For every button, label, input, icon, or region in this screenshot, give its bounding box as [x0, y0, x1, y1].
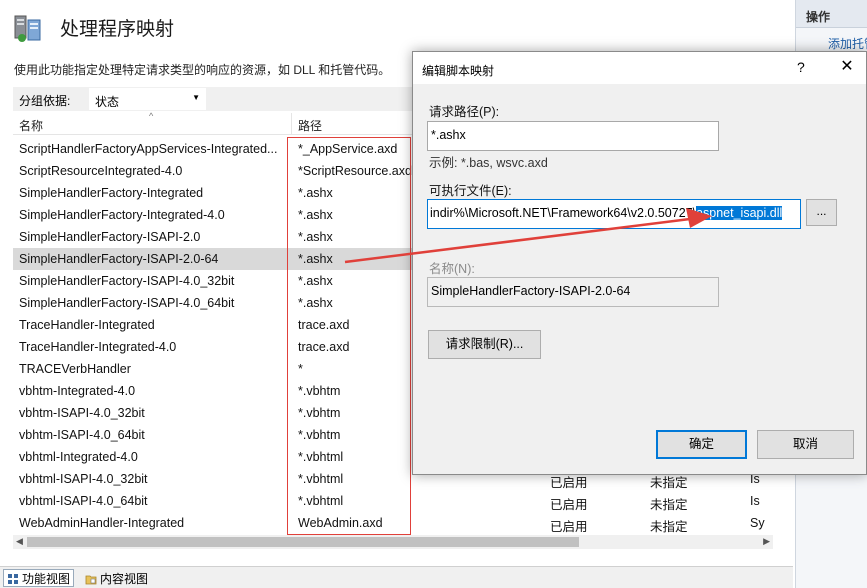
view-tabs-bar: 功能视图 内容视图 — [0, 566, 793, 588]
handler-mappings-icon — [14, 15, 41, 42]
handler-name: SimpleHandlerFactory-ISAPI-2.0-64 — [19, 252, 219, 266]
handler-name: TraceHandler-Integrated — [19, 318, 155, 332]
tab-features-label: 功能视图 — [22, 572, 71, 586]
handler-state: 已启用 — [550, 498, 588, 512]
handler-path: *.vbhtm — [298, 384, 341, 398]
handler-name: vbhtml-ISAPI-4.0_32bit — [19, 472, 148, 486]
ok-button[interactable]: 确定 — [656, 430, 747, 459]
handler-path: *.vbhtml — [298, 472, 344, 486]
handler-path-type: 未指定 — [650, 520, 688, 534]
handler-name: SimpleHandlerFactory-Integrated-4.0 — [19, 208, 225, 222]
tab-content-label: 内容视图 — [100, 572, 149, 586]
actions-title: 操作 — [806, 10, 831, 24]
table-row[interactable]: WebAdminHandler-Integrated WebAdmin.axd 已启… — [13, 512, 777, 534]
column-header-name[interactable]: 名称 — [19, 117, 43, 134]
request-restrictions-button[interactable]: 请求限制(R)... — [428, 330, 541, 359]
handler-extra: Is — [750, 494, 760, 508]
request-path-input[interactable]: *.ashx — [427, 121, 719, 151]
name-label: 名称(N): — [429, 262, 475, 276]
scroll-left-icon[interactable]: ◀ — [16, 536, 23, 547]
page-description: 使用此功能指定处理特定请求类型的响应的资源，如 DLL 和托管代码。 — [14, 63, 391, 77]
help-icon[interactable]: ? — [797, 59, 805, 75]
page-title: 处理程序映射 — [60, 19, 175, 40]
handler-name: vbhtml-ISAPI-4.0_64bit — [19, 494, 148, 508]
group-by-select[interactable]: 状态 ▼ — [89, 88, 206, 110]
executable-label: 可执行文件(E): — [429, 184, 512, 198]
handler-state: 已启用 — [550, 520, 588, 534]
table-row[interactable]: vbhtml-ISAPI-4.0_64bit *.vbhtml 已启用 未指定 Is — [13, 490, 777, 512]
tab-features-view[interactable]: 功能视图 — [3, 569, 75, 587]
handler-path: *.vbhtm — [298, 406, 341, 420]
executable-selected-text: aspnet_isapi.dll — [696, 206, 783, 220]
handler-path: *_AppService.axd — [298, 142, 398, 156]
request-path-hint: 示例: *.bas, wsvc.axd — [429, 156, 548, 170]
handler-path: *.vbhtm — [298, 428, 341, 442]
cancel-button[interactable]: 取消 — [757, 430, 854, 459]
edit-script-map-dialog: 编辑脚本映射 ? ✕ 请求路径(P): *.ashx 示例: *.bas, ws… — [412, 51, 867, 475]
handler-path-type: 未指定 — [650, 498, 688, 512]
features-view-icon — [8, 573, 18, 584]
handler-path: *.ashx — [298, 296, 333, 310]
handler-name: vbhtm-ISAPI-4.0_64bit — [19, 428, 145, 442]
handler-path: *.ashx — [298, 208, 333, 222]
sort-ascending-icon: ^ — [149, 111, 154, 121]
handler-extra: Sy — [750, 516, 765, 530]
scrollbar-thumb[interactable] — [27, 537, 579, 547]
handler-name: TraceHandler-Integrated-4.0 — [19, 340, 177, 354]
handler-name: vbhtm-ISAPI-4.0_32bit — [19, 406, 145, 420]
handler-name: TRACEVerbHandler — [19, 362, 131, 376]
handler-path: *.ashx — [298, 252, 333, 266]
browse-button[interactable]: ... — [806, 199, 837, 226]
actions-header: 操作 — [796, 0, 867, 28]
close-icon[interactable]: ✕ — [833, 55, 861, 79]
handler-path: *.ashx — [298, 186, 333, 200]
group-by-label: 分组依据: — [19, 94, 71, 108]
add-managed-handler-link[interactable]: 添加托管 — [828, 35, 867, 52]
dialog-titlebar: 编辑脚本映射 ? ✕ — [413, 52, 866, 84]
handler-path: trace.axd — [298, 340, 350, 354]
column-header-path[interactable]: 路径 — [298, 117, 322, 134]
dialog-title: 编辑脚本映射 — [422, 64, 495, 78]
handler-name: ScriptHandlerFactoryAppServices-Integrat… — [19, 142, 278, 156]
handler-name: SimpleHandlerFactory-ISAPI-2.0 — [19, 230, 201, 244]
dropdown-arrow-icon: ▼ — [192, 93, 200, 102]
name-field: SimpleHandlerFactory-ISAPI-2.0-64 — [427, 277, 719, 307]
handler-path: *.ashx — [298, 230, 333, 244]
handler-name: SimpleHandlerFactory-ISAPI-4.0_64bit — [19, 296, 235, 310]
handler-path: * — [298, 362, 303, 376]
handler-path: *ScriptResource.axd — [298, 164, 412, 178]
handler-name: SimpleHandlerFactory-Integrated — [19, 186, 204, 200]
handler-path: *.ashx — [298, 274, 333, 288]
handler-name: vbhtm-Integrated-4.0 — [19, 384, 136, 398]
tab-content-view[interactable]: 内容视图 — [82, 569, 151, 587]
horizontal-scrollbar[interactable]: ◀ ▶ — [13, 535, 773, 549]
handler-name: ScriptResourceIntegrated-4.0 — [19, 164, 183, 178]
request-path-label: 请求路径(P): — [429, 105, 500, 119]
handler-path: *.vbhtml — [298, 450, 344, 464]
handler-name: SimpleHandlerFactory-ISAPI-4.0_32bit — [19, 274, 235, 288]
handler-path: *.vbhtml — [298, 494, 344, 508]
content-view-icon — [85, 575, 97, 584]
column-divider[interactable] — [291, 113, 292, 135]
handler-name: vbhtml-Integrated-4.0 — [19, 450, 138, 464]
executable-input[interactable]: indir%\Microsoft.NET\Framework64\v2.0.50… — [427, 199, 801, 229]
executable-path-text: indir%\Microsoft.NET\Framework64\v2.0.50… — [430, 206, 697, 220]
group-by-bar: 分组依据: 状态 ▼ — [13, 87, 413, 111]
handler-path: WebAdmin.axd — [298, 516, 383, 530]
handler-name: WebAdminHandler-Integrated — [19, 516, 185, 530]
handler-path: trace.axd — [298, 318, 350, 332]
group-by-value: 状态 — [95, 95, 120, 109]
scroll-right-icon[interactable]: ▶ — [763, 536, 770, 547]
